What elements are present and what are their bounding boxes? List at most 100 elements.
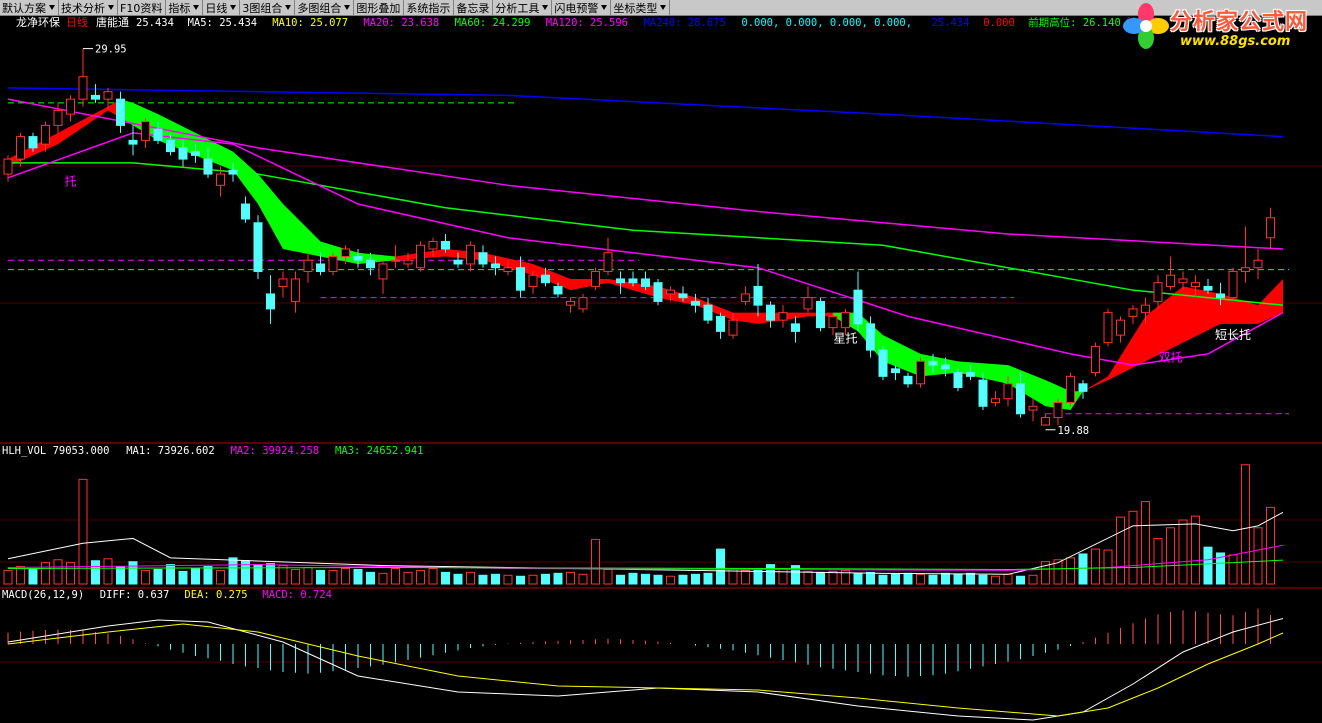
- volume-bar: [341, 567, 350, 585]
- volume-bar: [828, 570, 838, 585]
- candle-body: [303, 259, 313, 272]
- candle-body: [278, 278, 288, 287]
- macd-diff-line: [7, 618, 1284, 721]
- candle-body: [1141, 304, 1150, 314]
- signal-annotation-0: 短长托: [1215, 328, 1251, 342]
- candle-body: [253, 222, 263, 272]
- candle-body: [53, 109, 63, 126]
- volume-bar: [166, 564, 175, 585]
- price-legend-item-10: 前期高位: 26.140,: [1028, 16, 1127, 29]
- volume-bar: [53, 559, 63, 585]
- candle-body: [528, 274, 538, 287]
- volume-bar: [1178, 519, 1188, 585]
- volume-bar: [566, 571, 575, 585]
- volume-bar: [1078, 553, 1088, 585]
- volume-bar: [503, 574, 513, 585]
- volume-bar: [141, 569, 150, 585]
- signal-annotation-3: 双托: [1158, 350, 1182, 364]
- volume-bar: [516, 575, 525, 585]
- candle-body: [466, 244, 475, 265]
- volume-bar: [528, 574, 538, 585]
- volume-bar: [103, 558, 113, 585]
- flower-logo-icon: [1123, 3, 1169, 49]
- price-legend-item-7: 0.000, 0.000, 0.000, 0.000,: [741, 17, 912, 29]
- volume-bar: [878, 574, 888, 585]
- volume-bar: [903, 572, 913, 585]
- candle-body: [691, 300, 700, 306]
- candle-body: [1253, 259, 1263, 269]
- price-legend-item-1: MA5: 25.434: [188, 17, 258, 29]
- volume-bar: [153, 568, 163, 585]
- candle-body: [1103, 312, 1113, 344]
- price-legend-item-3: MA20: 23.638: [363, 17, 439, 29]
- volume-bar: [778, 567, 788, 585]
- candle-body: [503, 267, 513, 272]
- candle-body: [616, 278, 625, 284]
- volume-bar: [466, 571, 475, 585]
- candle-body: [703, 304, 713, 321]
- candle-body: [928, 360, 938, 366]
- price-legend-item-2: MA10: 25.077: [272, 17, 348, 29]
- candle-body: [1041, 417, 1050, 426]
- volume-bar: [1091, 548, 1100, 585]
- volume-bar: [3, 569, 13, 585]
- ma-line-ma240: [7, 87, 1284, 138]
- volume-bar: [1253, 527, 1263, 585]
- macd-legend-item-0: MACD(26,12,9): [2, 589, 84, 601]
- candle-body: [841, 312, 850, 329]
- candle-body: [1228, 270, 1238, 299]
- volume-bar: [228, 557, 238, 585]
- volume-bar: [28, 567, 38, 585]
- volume-bar: [641, 573, 650, 585]
- volume-bar: [216, 569, 225, 585]
- candle-body: [191, 151, 200, 156]
- candle-body: [66, 98, 75, 115]
- candle-body: [216, 173, 225, 186]
- candle-body: [3, 158, 13, 175]
- candle-body: [266, 293, 275, 310]
- candle-body: [628, 278, 638, 284]
- volume-bar: [1166, 527, 1175, 585]
- volume-bar: [603, 568, 613, 585]
- candle-body: [541, 274, 550, 284]
- site-logo: 分析家公式网 www.88gs.com: [1122, 2, 1320, 54]
- candle-body: [966, 372, 975, 377]
- price-legend-item-8: 25.434: [932, 17, 970, 29]
- volume-bar: [91, 560, 100, 585]
- candle-body: [953, 372, 963, 389]
- volume-bar: [378, 572, 388, 585]
- candle-body: [28, 136, 38, 149]
- volume-bar: [291, 568, 300, 585]
- candle-body: [478, 252, 488, 265]
- candle-body: [378, 263, 388, 280]
- candle-body: [891, 368, 900, 374]
- volume-bar: [578, 573, 588, 585]
- volume-bar: [766, 564, 775, 585]
- candle-body: [416, 244, 425, 269]
- volume-bar: [1116, 516, 1125, 585]
- volume-bar: [203, 566, 213, 585]
- candle-body: [716, 315, 725, 332]
- candle-body: [666, 289, 675, 295]
- volume-bar: [403, 571, 413, 585]
- macd-legend-item-2: DEA: 0.275: [184, 589, 247, 601]
- volume-bar: [1241, 464, 1250, 585]
- candle-body: [653, 282, 663, 302]
- volume-bar: [366, 571, 375, 585]
- volume-bar: [1003, 573, 1013, 585]
- candle-body: [1066, 375, 1075, 404]
- volume-legend-item-1: MA1: 73926.602: [126, 445, 215, 457]
- logo-title: 分析家公式网: [1170, 10, 1309, 35]
- candle-body: [291, 278, 300, 302]
- candle-body: [753, 285, 763, 306]
- price-legend-item-4: MA60: 24.299: [455, 17, 531, 29]
- candle-body: [1128, 308, 1138, 317]
- candle-body: [678, 293, 688, 299]
- candle-body: [741, 293, 750, 302]
- volume-bar: [653, 574, 663, 585]
- volume-bar: [66, 562, 75, 585]
- volume-bar: [328, 569, 338, 585]
- candle-body: [1266, 217, 1275, 239]
- macd-dea-line: [7, 623, 1284, 717]
- candle-body: [778, 312, 788, 321]
